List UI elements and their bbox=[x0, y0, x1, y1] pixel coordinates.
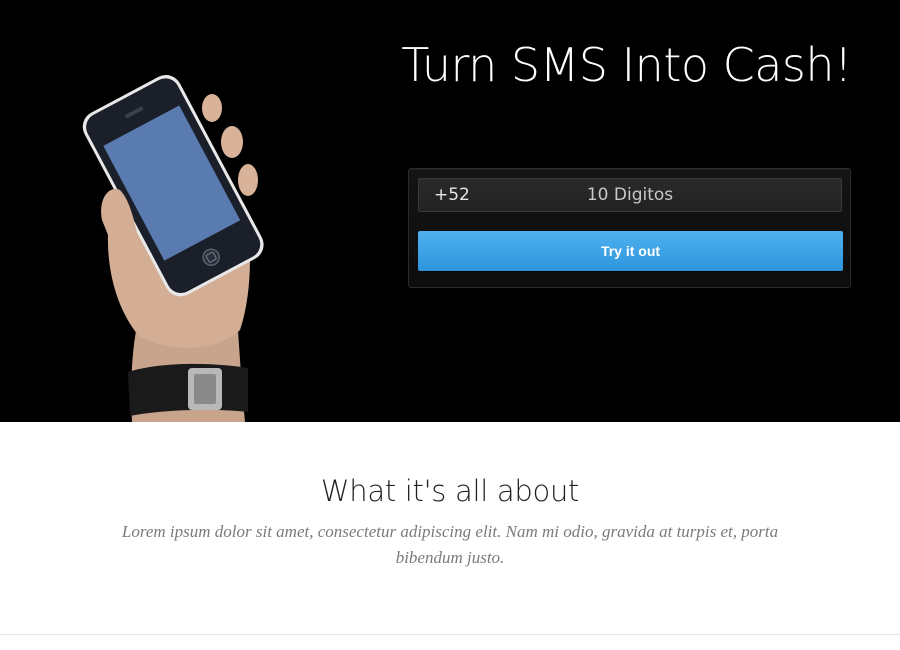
section-divider bbox=[0, 634, 900, 635]
try-it-out-button[interactable]: Try it out bbox=[418, 231, 843, 271]
about-heading: What it's all about bbox=[320, 474, 580, 508]
hand-holding-phone-image bbox=[82, 75, 264, 422]
hero-section: Turn SMS Into Cash! +52 Try it out bbox=[0, 0, 900, 422]
about-description: Lorem ipsum dolor sit amet, consectetur … bbox=[121, 522, 779, 567]
phone-number-input[interactable] bbox=[479, 179, 841, 211]
about-section: What it's all about Lorem ipsum dolor si… bbox=[0, 422, 900, 634]
hero-title: Turn SMS Into Cash! bbox=[401, 38, 852, 92]
phone-number-row: +52 bbox=[418, 178, 842, 212]
sms-signup-form: +52 Try it out bbox=[408, 168, 851, 288]
country-code-prefix: +52 bbox=[434, 185, 470, 205]
